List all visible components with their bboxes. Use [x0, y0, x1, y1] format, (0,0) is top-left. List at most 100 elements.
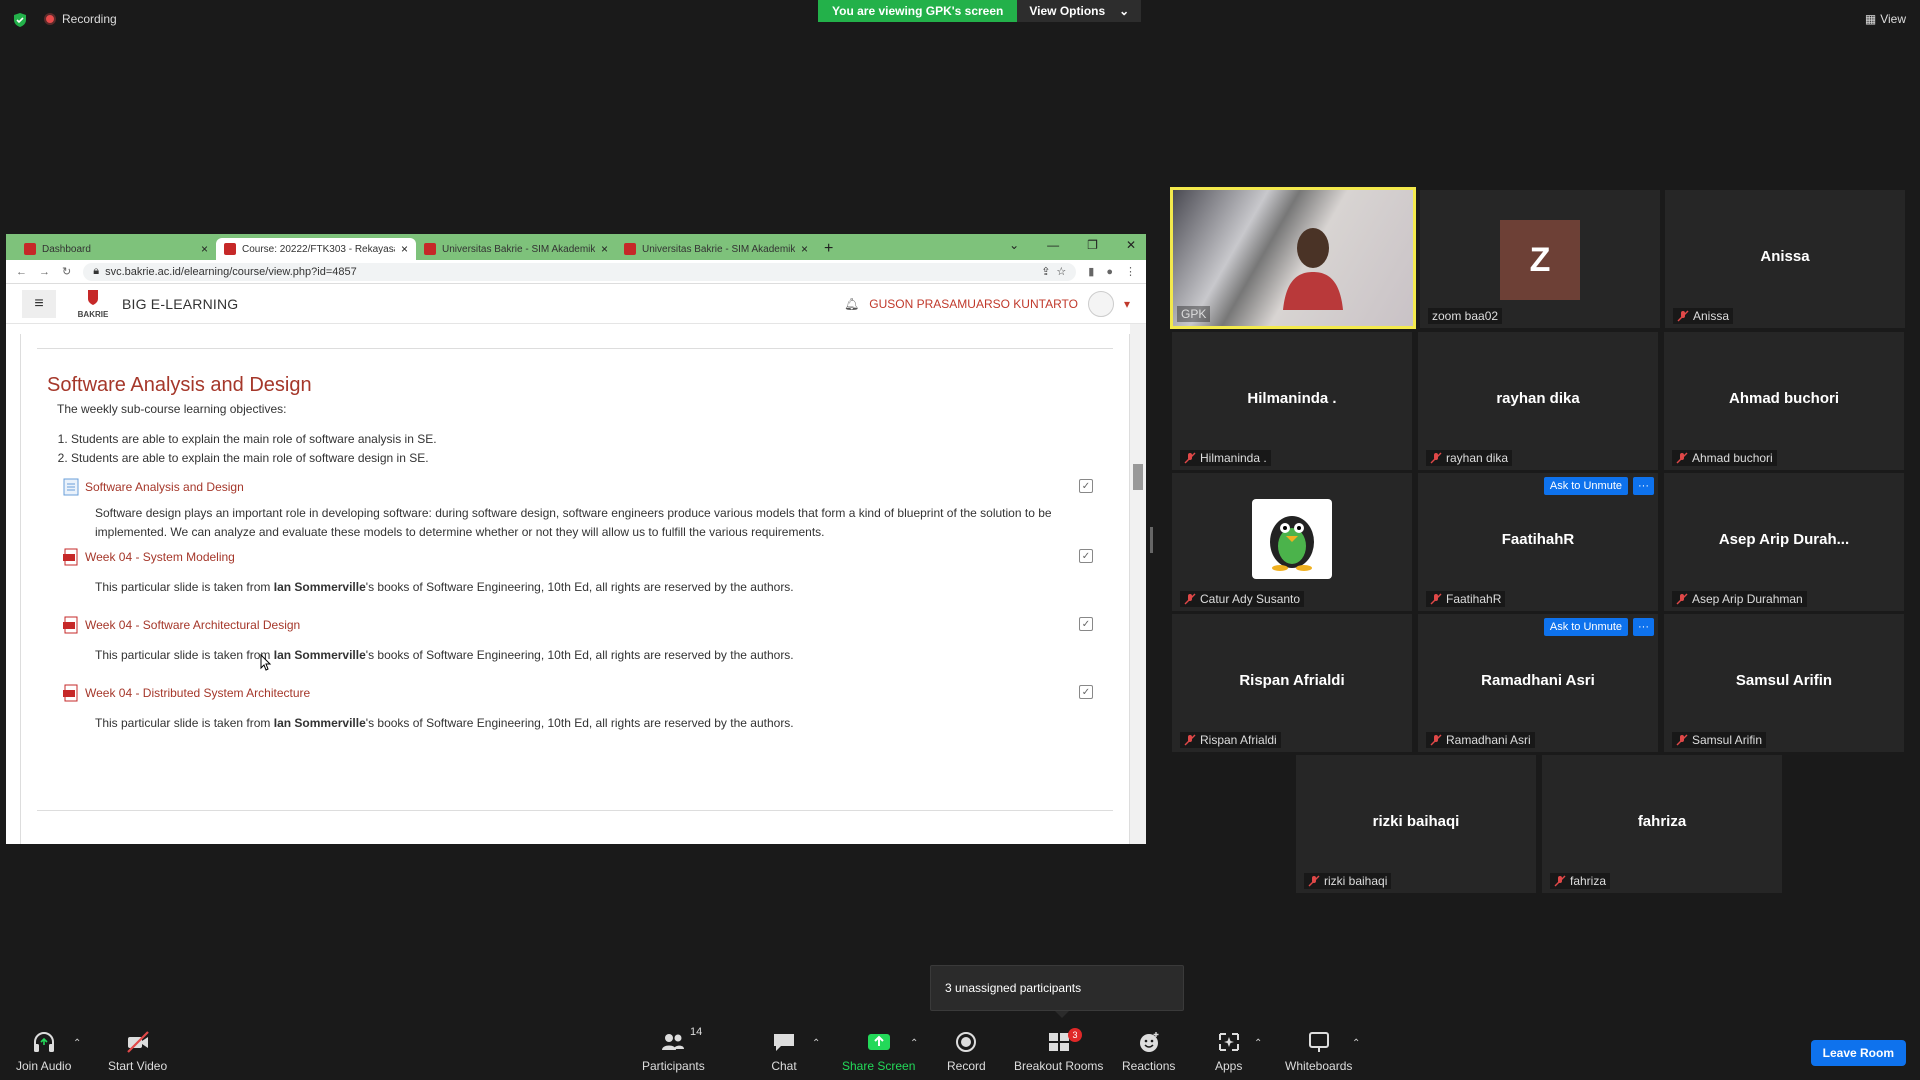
- kebab-menu-icon[interactable]: ⋮: [1125, 265, 1136, 278]
- video-tile-rayhan-dika[interactable]: rayhan dika rayhan dika: [1418, 332, 1658, 470]
- whiteboards-button[interactable]: Whiteboards: [1285, 1030, 1352, 1073]
- share-options-caret-icon[interactable]: ⌃: [910, 1038, 918, 1049]
- video-tile-ramadhani[interactable]: Ask to Unmute ··· Ramadhani Asri Ramadha…: [1418, 614, 1658, 752]
- profile-icon[interactable]: ●: [1106, 266, 1113, 278]
- person-silhouette: [1283, 228, 1343, 310]
- close-tab-icon[interactable]: ×: [401, 242, 408, 256]
- video-tile-rizki[interactable]: rizki baihaqi rizki baihaqi: [1296, 755, 1536, 893]
- start-video-button[interactable]: Start Video: [108, 1030, 167, 1073]
- pdf-icon: [63, 616, 78, 634]
- apps-caret-icon[interactable]: ⌃: [1254, 1038, 1262, 1049]
- activity-description: This particular slide is taken from Ian …: [95, 714, 1095, 733]
- activity-link[interactable]: Software Analysis and Design: [63, 478, 244, 496]
- video-tile-gpk[interactable]: GPK: [1170, 187, 1416, 329]
- video-tile-ahmad-buchori[interactable]: Ahmad buchori Ahmad buchori: [1664, 332, 1904, 470]
- video-tile-fahriza[interactable]: fahriza fahriza: [1542, 755, 1782, 893]
- browser-tab-sim-1[interactable]: Universitas Bakrie - SIM Akademik ×: [416, 238, 616, 260]
- share-screen-button[interactable]: Share Screen: [842, 1030, 915, 1073]
- restore-icon[interactable]: ❐: [1087, 238, 1098, 252]
- participant-name: Catur Ady Susanto: [1200, 592, 1301, 606]
- completion-checkbox-icon[interactable]: ✓: [1079, 549, 1093, 563]
- video-tile-catur[interactable]: Catur Ady Susanto: [1172, 473, 1412, 611]
- view-options-button[interactable]: View Options ⌄: [1017, 0, 1142, 22]
- more-options-button[interactable]: ···: [1633, 477, 1654, 495]
- video-tile-samsul[interactable]: Samsul Arifin Samsul Arifin: [1664, 614, 1904, 752]
- mic-muted-icon: [1184, 593, 1196, 605]
- browser-tab-sim-2[interactable]: Universitas Bakrie - SIM Akademik ×: [616, 238, 816, 260]
- apps-button[interactable]: Apps: [1215, 1030, 1242, 1073]
- record-label: Record: [947, 1059, 986, 1073]
- page-scrollbar[interactable]: [1130, 324, 1146, 844]
- whiteboards-caret-icon[interactable]: ⌃: [1352, 1038, 1360, 1049]
- participant-name: Samsul Arifin: [1692, 733, 1763, 747]
- participant-label: Asep Arip Durahman: [1672, 591, 1807, 607]
- sidebar-icon[interactable]: ▮: [1088, 265, 1094, 278]
- share-icon[interactable]: ⇪: [1041, 265, 1050, 278]
- shield-icon[interactable]: [12, 12, 28, 28]
- avatar: [1252, 499, 1332, 579]
- bell-icon[interactable]: 🔔︎: [844, 297, 859, 311]
- close-window-icon[interactable]: ✕: [1126, 238, 1136, 252]
- desc-post: 's books of Software Engineering, 10th E…: [365, 716, 794, 730]
- user-menu[interactable]: 🔔︎ GUSON PRASAMUARSO KUNTARTO ▾: [844, 290, 1130, 317]
- url-field[interactable]: 🔒︎ svc.bakrie.ac.id/elearning/course/vie…: [83, 262, 1077, 281]
- breakout-rooms-button[interactable]: Breakout Rooms: [1014, 1030, 1103, 1073]
- video-tile-faatihahr[interactable]: Ask to Unmute ··· FaatihahR FaatihahR: [1418, 473, 1658, 611]
- browser-tab-course[interactable]: Course: 20222/FTK303 - Rekayasa ×: [216, 238, 416, 260]
- apps-icon: [1218, 1033, 1239, 1051]
- join-audio-button[interactable]: Join Audio: [16, 1030, 71, 1073]
- completion-checkbox-icon[interactable]: ✓: [1079, 617, 1093, 631]
- participant-name: zoom baa02: [1428, 308, 1503, 324]
- reactions-button[interactable]: Reactions: [1122, 1030, 1175, 1073]
- participant-label: FaatihahR: [1426, 591, 1506, 607]
- hamburger-menu-icon[interactable]: ≡: [22, 289, 56, 318]
- scrollbar-thumb[interactable]: [1133, 464, 1143, 490]
- ask-to-unmute-button[interactable]: Ask to Unmute: [1543, 618, 1628, 636]
- back-icon[interactable]: ←: [16, 266, 27, 278]
- completion-checkbox-icon[interactable]: ✓: [1079, 685, 1093, 699]
- avatar: [1087, 290, 1114, 317]
- participant-label: fahriza: [1550, 873, 1611, 889]
- new-tab-icon[interactable]: +: [824, 238, 833, 260]
- tab-search-icon[interactable]: ⌄: [1009, 238, 1019, 252]
- unassigned-participants-toast[interactable]: 3 unassigned participants: [930, 965, 1184, 1011]
- recording-indicator[interactable]: Recording: [44, 12, 117, 26]
- completion-checkbox-icon[interactable]: ✓: [1079, 479, 1093, 493]
- participant-name: fahriza: [1570, 874, 1607, 888]
- reload-icon[interactable]: ↻: [62, 265, 71, 278]
- resize-splitter[interactable]: [1150, 527, 1153, 553]
- leave-room-button[interactable]: Leave Room: [1810, 1040, 1906, 1066]
- participant-display-name: FaatihahR: [1501, 531, 1575, 548]
- chat-button[interactable]: Chat: [771, 1030, 797, 1073]
- pdf-icon: [63, 548, 78, 566]
- mic-muted-icon: [1430, 593, 1442, 605]
- participant-display-name: Hilmaninda .: [1247, 390, 1337, 407]
- video-tile-asep[interactable]: Asep Arip Durah... Asep Arip Durahman: [1664, 473, 1904, 611]
- activity-link[interactable]: Week 04 - System Modeling: [63, 548, 235, 566]
- forward-icon[interactable]: →: [39, 266, 50, 278]
- video-tile-hilmaninda[interactable]: Hilmaninda . Hilmaninda .: [1172, 332, 1412, 470]
- video-tile-zoom-baa02[interactable]: Z zoom baa02: [1420, 190, 1660, 328]
- participant-label: Anissa: [1673, 308, 1734, 324]
- browser-tab-dashboard[interactable]: Dashboard ×: [16, 238, 216, 260]
- record-button[interactable]: Record: [947, 1030, 986, 1073]
- ask-to-unmute-button[interactable]: Ask to Unmute: [1543, 477, 1628, 495]
- activity-link[interactable]: Week 04 - Software Architectural Design: [63, 616, 300, 634]
- desc-pre: This particular slide is taken from: [95, 716, 274, 730]
- minimize-icon[interactable]: —: [1047, 238, 1059, 252]
- participant-name: Hilmaninda .: [1200, 451, 1267, 465]
- close-tab-icon[interactable]: ×: [801, 242, 808, 256]
- share-screen-icon: [867, 1034, 890, 1050]
- video-tile-rispan[interactable]: Rispan Afrialdi Rispan Afrialdi: [1172, 614, 1412, 752]
- activity-link[interactable]: Week 04 - Distributed System Architectur…: [63, 684, 310, 702]
- more-options-button[interactable]: ···: [1633, 618, 1654, 636]
- video-tile-anissa[interactable]: Anissa Anissa: [1665, 190, 1905, 328]
- chat-options-caret-icon[interactable]: ⌃: [812, 1038, 820, 1049]
- close-tab-icon[interactable]: ×: [201, 242, 208, 256]
- star-icon[interactable]: ☆: [1056, 265, 1066, 278]
- view-button[interactable]: ▦ View: [1865, 12, 1906, 26]
- audio-options-caret-icon[interactable]: ⌃: [73, 1038, 81, 1049]
- favicon-icon: [424, 243, 436, 255]
- close-tab-icon[interactable]: ×: [601, 242, 608, 256]
- site-brand[interactable]: BIG E-LEARNING: [122, 296, 238, 312]
